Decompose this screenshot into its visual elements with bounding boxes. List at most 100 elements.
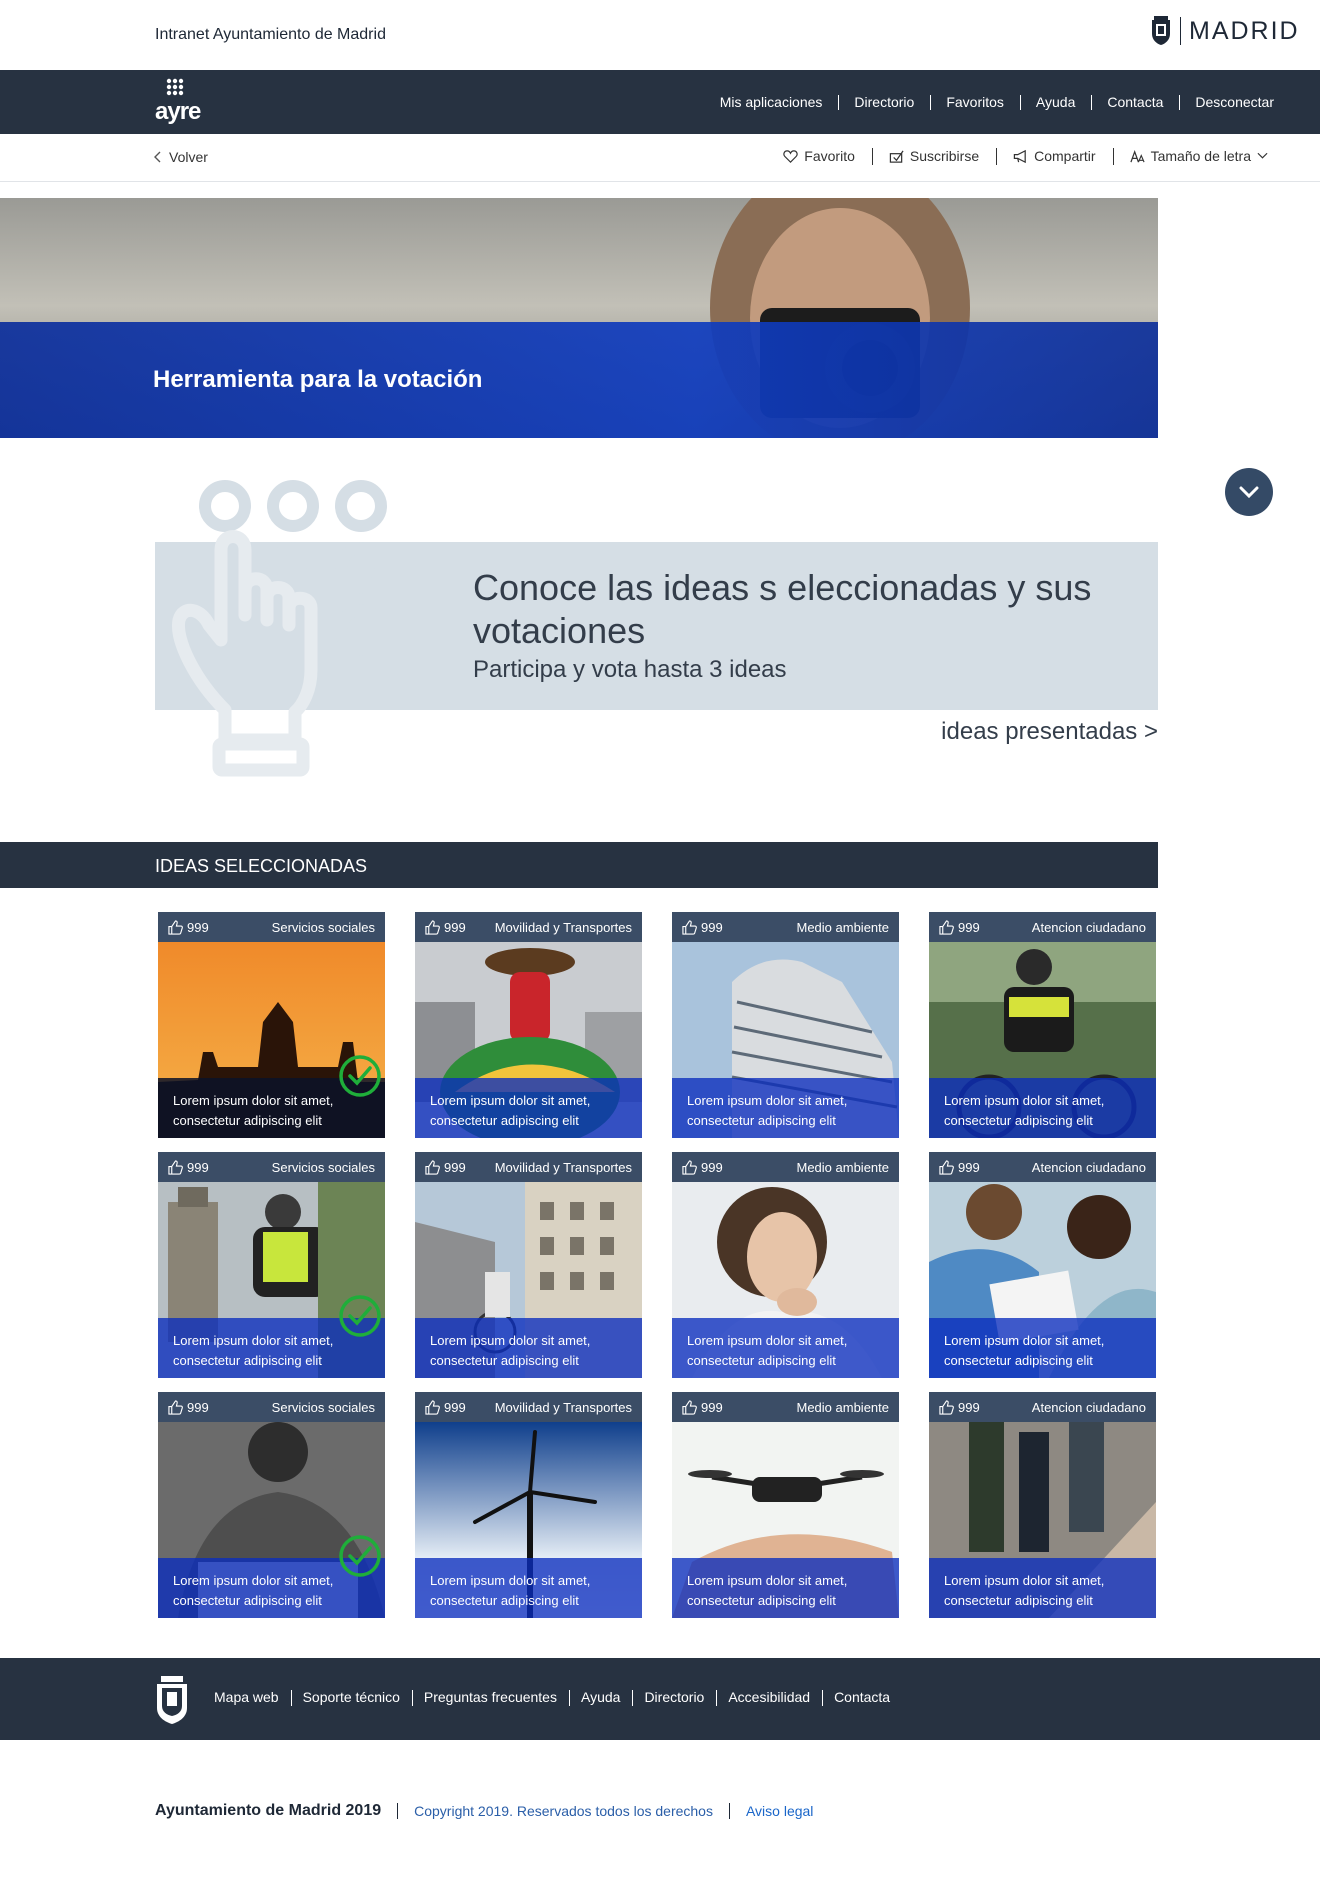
section-title: IDEAS SELECCIONADAS	[155, 856, 368, 876]
footer-links: Mapa web Soporte técnico Preguntas frecu…	[202, 1689, 902, 1706]
idea-card[interactable]: 999 Atencion ciudadano Lorem ipsum dolor…	[929, 912, 1156, 1138]
idea-card[interactable]: 999 Servicios sociales Lorem ipsum dolor…	[158, 1152, 385, 1378]
page-tools: Favorito Suscribirse Compartir Tamaño de…	[766, 148, 1285, 165]
card-header: 999 Movilidad y Transportes	[415, 1392, 642, 1422]
nav-item-ayuda[interactable]: Ayuda	[1019, 94, 1091, 110]
footer-link-preguntas-frecuentes[interactable]: Preguntas frecuentes	[411, 1689, 569, 1706]
nav-item-directorio[interactable]: Directorio	[838, 94, 930, 110]
vote-count: 999	[187, 1399, 209, 1415]
card-caption-text: Lorem ipsum dolor sit amet, consectetur …	[687, 1093, 848, 1128]
scroll-down-button[interactable]	[1225, 468, 1273, 516]
subscribe-button[interactable]: Suscribirse	[871, 148, 996, 165]
footer-link-mapa-web[interactable]: Mapa web	[202, 1689, 291, 1705]
back-label: Volver	[169, 149, 208, 165]
vote-count: 999	[958, 1159, 980, 1175]
card-caption: Lorem ipsum dolor sit amet, consectetur …	[672, 1558, 899, 1618]
selected-check-icon	[339, 1295, 381, 1337]
nav-item-favoritos[interactable]: Favoritos	[930, 94, 1020, 110]
favorite-button[interactable]: Favorito	[766, 148, 872, 164]
card-caption-text: Lorem ipsum dolor sit amet, consectetur …	[173, 1573, 334, 1608]
thumbs-up-icon	[939, 1399, 954, 1415]
card-caption: Lorem ipsum dolor sit amet, consectetur …	[929, 1078, 1156, 1138]
idea-card[interactable]: 999 Medio ambiente Lorem ipsum dolor sit…	[672, 1152, 899, 1378]
idea-card[interactable]: 999 Movilidad y Transportes Lorem ipsum …	[415, 912, 642, 1138]
card-header: 999 Movilidad y Transportes	[415, 912, 642, 942]
card-category: Servicios sociales	[271, 1159, 375, 1175]
card-category: Medio ambiente	[796, 1399, 890, 1415]
madrid-logo[interactable]: MADRID	[1150, 16, 1300, 46]
card-caption-text: Lorem ipsum dolor sit amet, consectetur …	[430, 1333, 591, 1368]
legal-notice-link[interactable]: Aviso legal	[728, 1803, 813, 1819]
card-header: 999 Atencion ciudadano	[929, 1152, 1156, 1182]
card-header: 999 Servicios sociales	[158, 912, 385, 942]
legal-bar: Ayuntamiento de Madrid 2019 Copyright 20…	[155, 1802, 813, 1820]
idea-card[interactable]: 999 Movilidad y Transportes Lorem ipsum …	[415, 1392, 642, 1618]
idea-card[interactable]: 999 Medio ambiente Lorem ipsum dolor sit…	[672, 912, 899, 1138]
card-category: Movilidad y Transportes	[494, 1399, 632, 1415]
idea-card[interactable]: 999 Atencion ciudadano Lorem ipsum dolor…	[929, 1392, 1156, 1618]
chevron-down-icon	[1239, 486, 1259, 498]
intro-title: Conoce las ideas s eleccionadas y sus vo…	[473, 567, 1092, 651]
idea-card[interactable]: 999 Servicios sociales Lorem ipsum dolor…	[158, 912, 385, 1138]
thumbs-up-icon	[425, 1159, 440, 1175]
megaphone-icon	[1013, 149, 1026, 163]
card-category: Atencion ciudadano	[1031, 1159, 1146, 1175]
card-category: Medio ambiente	[796, 919, 890, 935]
footer-link-accesibilidad[interactable]: Accesibilidad	[716, 1689, 822, 1706]
madrid-shield-icon	[157, 1676, 187, 1724]
back-button[interactable]: Volver	[153, 149, 208, 165]
card-caption-text: Lorem ipsum dolor sit amet, consectetur …	[430, 1573, 591, 1608]
idea-card[interactable]: 999 Movilidad y Transportes Lorem ipsum …	[415, 1152, 642, 1378]
thumbs-up-icon	[682, 1399, 697, 1415]
idea-card[interactable]: 999 Atencion ciudadano Lorem ipsum dolor…	[929, 1152, 1156, 1378]
card-caption-text: Lorem ipsum dolor sit amet, consectetur …	[944, 1333, 1105, 1368]
thumbs-up-icon	[939, 919, 954, 935]
card-header: 999 Medio ambiente	[672, 912, 899, 942]
card-header: 999 Medio ambiente	[672, 1152, 899, 1182]
ideas-presented-link[interactable]: ideas presentadas >	[941, 718, 1158, 746]
page: Intranet Ayuntamiento de Madrid MADRID a…	[0, 0, 1320, 1880]
vote-count: 999	[187, 1159, 209, 1175]
footer-link-ayuda[interactable]: Ayuda	[568, 1689, 632, 1706]
card-caption: Lorem ipsum dolor sit amet, consectetur …	[415, 1558, 642, 1618]
card-caption-text: Lorem ipsum dolor sit amet, consectetur …	[687, 1573, 848, 1608]
selected-check-icon	[339, 1055, 381, 1097]
footer-link-soporte-tecnico[interactable]: Soporte técnico	[290, 1689, 412, 1706]
footer-link-contacta[interactable]: Contacta	[822, 1689, 902, 1706]
idea-card[interactable]: 999 Medio ambiente Lorem ipsum dolor sit…	[672, 1392, 899, 1618]
footer-link-directorio[interactable]: Directorio	[632, 1689, 716, 1706]
card-caption-text: Lorem ipsum dolor sit amet, consectetur …	[687, 1333, 848, 1368]
card-header: 999 Servicios sociales	[158, 1392, 385, 1422]
card-votes: 999	[168, 920, 209, 935]
card-caption: Lorem ipsum dolor sit amet, consectetur …	[672, 1078, 899, 1138]
footer: Mapa web Soporte técnico Preguntas frecu…	[0, 1658, 1320, 1740]
card-category: Servicios sociales	[271, 919, 375, 935]
subscribe-icon	[889, 150, 904, 163]
card-votes: 999	[425, 1160, 466, 1175]
vote-count: 999	[444, 1399, 466, 1415]
ayre-logo[interactable]: ayre	[155, 78, 201, 125]
thumbs-up-icon	[168, 919, 183, 935]
card-votes: 999	[682, 920, 723, 935]
idea-card[interactable]: 999 Servicios sociales Lorem ipsum dolor…	[158, 1392, 385, 1618]
copyright-text: Copyright 2019. Reservados todos los der…	[397, 1803, 729, 1819]
site-title: Intranet Ayuntamiento de Madrid	[155, 26, 386, 43]
vote-count: 999	[701, 919, 723, 935]
card-caption-text: Lorem ipsum dolor sit amet, consectetur …	[173, 1093, 334, 1128]
card-votes: 999	[425, 1400, 466, 1415]
nav-item-contacta[interactable]: Contacta	[1091, 94, 1179, 110]
vote-count: 999	[701, 1399, 723, 1415]
logo-separator	[1180, 17, 1181, 45]
card-votes: 999	[425, 920, 466, 935]
share-button[interactable]: Compartir	[996, 148, 1112, 165]
nav-item-mis-aplicaciones[interactable]: Mis aplicaciones	[704, 94, 839, 110]
font-size-button[interactable]: Tamaño de letra	[1112, 148, 1285, 165]
chevron-left-icon	[154, 151, 161, 163]
thumbs-up-icon	[168, 1399, 183, 1415]
card-votes: 999	[682, 1160, 723, 1175]
card-category: Medio ambiente	[796, 1159, 890, 1175]
main-nav: ayre Mis aplicaciones Directorio Favorit…	[0, 70, 1320, 134]
favorite-label: Favorito	[804, 148, 855, 164]
organization-name: Ayuntamiento de Madrid 2019	[155, 1802, 382, 1819]
nav-item-desconectar[interactable]: Desconectar	[1179, 94, 1290, 110]
